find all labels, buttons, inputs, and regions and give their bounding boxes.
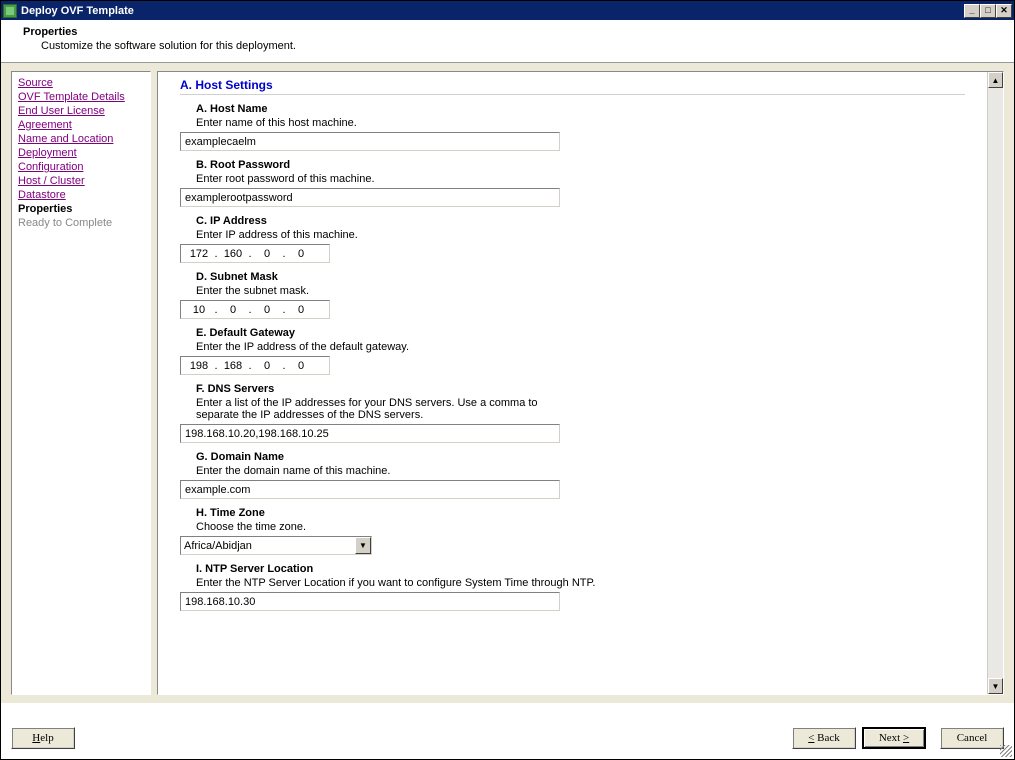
gateway-label: E. Default Gateway — [196, 327, 965, 339]
tz-desc: Choose the time zone. — [196, 521, 965, 533]
gateway-octet-2[interactable] — [219, 360, 247, 372]
window-title: Deploy OVF Template — [21, 5, 964, 17]
sidebar-item-ready: Ready to Complete — [18, 216, 144, 230]
ip-octet-4[interactable] — [287, 248, 315, 260]
sidebar-item-name-location[interactable]: Name and Location — [18, 132, 144, 146]
ntp-input[interactable] — [180, 592, 560, 611]
sidebar-item-source[interactable]: Source — [18, 76, 144, 90]
page-header: Properties Customize the software soluti… — [1, 20, 1014, 63]
tz-label: H. Time Zone — [196, 507, 965, 519]
hostname-input[interactable] — [180, 132, 560, 151]
sidebar-item-datastore[interactable]: Datastore — [18, 188, 144, 202]
gateway-desc: Enter the IP address of the default gate… — [196, 341, 965, 353]
rootpw-input[interactable] — [180, 188, 560, 207]
sidebar-item-host-cluster[interactable]: Host / Cluster — [18, 174, 144, 188]
scroll-track[interactable] — [988, 88, 1003, 678]
gateway-octet-4[interactable] — [287, 360, 315, 372]
section-title: A. Host Settings — [180, 78, 965, 95]
ip-desc: Enter IP address of this machine. — [196, 229, 965, 241]
back-button[interactable]: < Back — [792, 727, 856, 749]
domain-label: G. Domain Name — [196, 451, 965, 463]
hostname-label: A. Host Name — [196, 103, 965, 115]
app-icon — [3, 4, 17, 18]
gateway-input[interactable]: . . . — [180, 356, 330, 375]
maximize-button[interactable]: □ — [980, 4, 996, 18]
ip-input[interactable]: . . . — [180, 244, 330, 263]
tz-value: Africa/Abidjan — [184, 540, 252, 552]
close-button[interactable]: ✕ — [996, 4, 1012, 18]
rootpw-desc: Enter root password of this machine. — [196, 173, 965, 185]
button-bar: Help < Back Next > Cancel — [11, 727, 1004, 749]
page-subtitle: Customize the software solution for this… — [41, 40, 1000, 52]
wizard-sidebar: Source OVF Template Details End User Lic… — [11, 71, 151, 695]
dns-input[interactable] — [180, 424, 560, 443]
domain-desc: Enter the domain name of this machine. — [196, 465, 965, 477]
ntp-desc: Enter the NTP Server Location if you wan… — [196, 577, 965, 589]
titlebar[interactable]: Deploy OVF Template _ □ ✕ — [1, 1, 1014, 20]
next-button[interactable]: Next > — [862, 727, 926, 749]
gateway-octet-3[interactable] — [253, 360, 281, 372]
ip-octet-2[interactable] — [219, 248, 247, 260]
rootpw-label: B. Root Password — [196, 159, 965, 171]
ntp-label: I. NTP Server Location — [196, 563, 965, 575]
cancel-button[interactable]: Cancel — [940, 727, 1004, 749]
help-button[interactable]: Help — [11, 727, 75, 749]
dns-desc: Enter a list of the IP addresses for you… — [196, 397, 576, 421]
vertical-scrollbar[interactable]: ▲ ▼ — [987, 72, 1003, 694]
subnet-label: D. Subnet Mask — [196, 271, 965, 283]
sidebar-item-deployment-config[interactable]: Deployment Configuration — [18, 146, 144, 174]
ip-octet-1[interactable] — [185, 248, 213, 260]
domain-input[interactable] — [180, 480, 560, 499]
gateway-octet-1[interactable] — [185, 360, 213, 372]
page-title: Properties — [23, 26, 1000, 38]
subnet-octet-2[interactable] — [219, 304, 247, 316]
scroll-up-icon[interactable]: ▲ — [988, 72, 1003, 88]
subnet-desc: Enter the subnet mask. — [196, 285, 965, 297]
ip-octet-3[interactable] — [253, 248, 281, 260]
main-panel: A. Host Settings A. Host Name Enter name… — [157, 71, 1004, 695]
subnet-input[interactable]: . . . — [180, 300, 330, 319]
minimize-button[interactable]: _ — [964, 4, 980, 18]
tz-select[interactable]: Africa/Abidjan ▼ — [180, 536, 372, 555]
subnet-octet-1[interactable] — [185, 304, 213, 316]
resize-grip-icon[interactable] — [1000, 745, 1012, 757]
subnet-octet-4[interactable] — [287, 304, 315, 316]
sidebar-item-eula[interactable]: End User License Agreement — [18, 104, 144, 132]
ip-label: C. IP Address — [196, 215, 965, 227]
sidebar-item-ovf-details[interactable]: OVF Template Details — [18, 90, 144, 104]
subnet-octet-3[interactable] — [253, 304, 281, 316]
chevron-down-icon[interactable]: ▼ — [355, 537, 371, 554]
dns-label: F. DNS Servers — [196, 383, 965, 395]
scroll-down-icon[interactable]: ▼ — [988, 678, 1003, 694]
sidebar-item-properties: Properties — [18, 202, 144, 216]
hostname-desc: Enter name of this host machine. — [196, 117, 965, 129]
